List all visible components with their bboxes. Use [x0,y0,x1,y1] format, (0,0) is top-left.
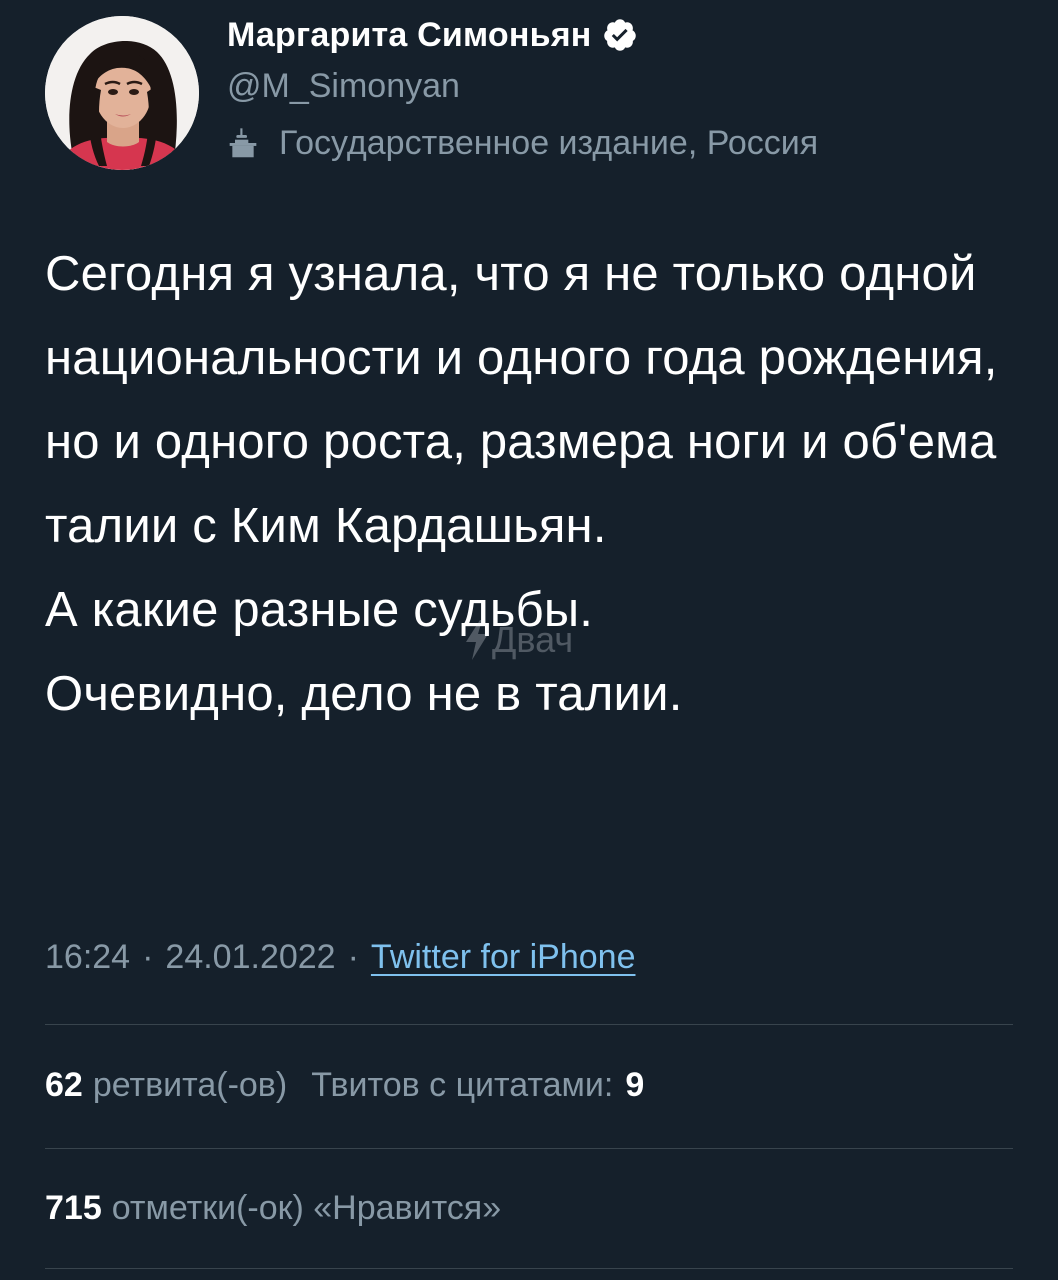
retweets-label[interactable]: ретвита(-ов) [93,1066,287,1105]
tweet-paragraph-3: Очевидно, дело не в талии. [45,667,683,721]
tweet-paragraph-2: А какие разные судьбы. [45,583,594,637]
tweet-header: Маргарита Симоньян @M_Simonyan Государст… [45,16,1025,186]
divider [45,1268,1013,1269]
divider [45,1148,1013,1149]
state-media-label: Государственное издание, Россия [279,123,819,162]
tweet-time[interactable]: 16:24 [45,938,130,977]
retweets-count[interactable]: 62 [45,1066,83,1105]
likes-count[interactable]: 715 [45,1189,102,1228]
divider [45,1024,1013,1025]
author-block: Маргарита Симоньян @M_Simonyan Государст… [227,16,1017,163]
avatar-image [45,16,199,170]
handle[interactable]: @M_Simonyan [227,67,1017,105]
tweet-source-link[interactable]: Twitter for iPhone [371,938,636,977]
tweet-date[interactable]: 24.01.2022 [165,938,335,977]
verified-badge-icon [603,19,636,51]
display-name[interactable]: Маргарита Симоньян [227,16,592,55]
quotes-count[interactable]: 9 [625,1066,644,1105]
state-media-podium-icon [229,128,257,158]
tweet-text: Сегодня я узнала, что я не только одной … [45,232,1025,736]
meta-separator: · [347,937,359,976]
likes-stats-row: 715 отметки(-ок) «Нравится» [45,1178,501,1238]
account-label[interactable]: Государственное издание, Россия [227,123,1017,163]
tweet-meta: 16:24 · 24.01.2022 · Twitter for iPhone [45,932,635,982]
quotes-label[interactable]: Твитов с цитатами: [311,1066,613,1105]
retweet-stats-row: 62 ретвита(-ов) Твитов с цитатами: 9 [45,1055,654,1115]
tweet-paragraph-1: Сегодня я узнала, что я не только одной … [45,247,998,553]
likes-label[interactable]: отметки(-ок) «Нравится» [112,1189,501,1228]
display-name-row: Маргарита Симоньян [227,16,1017,54]
avatar[interactable] [45,16,199,170]
meta-separator: · [142,937,154,976]
